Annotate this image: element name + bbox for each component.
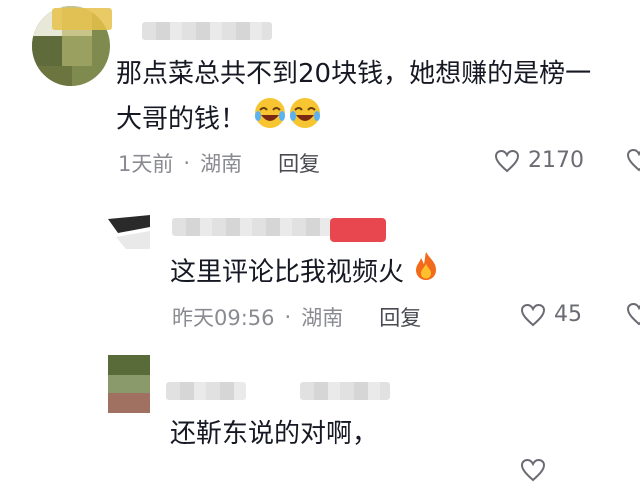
comment-time: 昨天09:56 [172,306,275,330]
reply-comment-item: 还靳东说的对啊， [0,340,640,482]
laughing-emoji-icon [254,96,322,144]
dot-separator: · [183,151,191,175]
like-button[interactable]: 45 [520,302,582,327]
heart-icon [494,149,520,172]
avatar[interactable] [108,213,150,249]
like-count: 2170 [528,148,584,173]
heart-icon [626,148,640,172]
heart-icon [626,302,640,326]
fire-emoji-icon [412,250,440,296]
comment-time: 1天前 [118,152,174,176]
dot-separator: · [284,305,292,329]
comment-text: 那点菜总共不到20块钱，她想赚的是榜一 [116,59,592,89]
comment-text: 还靳东说的对啊， [170,419,379,449]
reply-button[interactable]: 回复 [379,302,421,332]
comment-meta: 昨天09:56 · 湖南 回复 [172,302,421,332]
avatar[interactable] [108,355,150,413]
comment-text: 这里评论比我视频火 [170,250,440,296]
reply-button[interactable]: 回复 [278,148,320,178]
like-button[interactable] [520,458,554,482]
comment-location: 湖南 [301,306,344,330]
dislike-button[interactable] [626,148,640,172]
comment-location: 湖南 [200,152,243,176]
username-blurred[interactable] [52,8,112,30]
like-button[interactable]: 2170 [494,148,584,173]
heart-icon [520,458,546,482]
username-blurred[interactable] [166,382,246,400]
author-tag [330,218,386,242]
username-blurred[interactable] [172,218,332,236]
heart-icon [520,303,546,326]
dislike-button[interactable] [626,302,640,326]
comment-item: 那点菜总共不到20块钱，她想赚的是榜一 大哥的钱！ 1天前 · 湖南 回复 21… [0,0,640,200]
username-blurred[interactable] [142,22,272,40]
comment-text: 大哥的钱！ [116,96,322,144]
username-blurred[interactable] [300,382,390,400]
reply-comment-item: 这里评论比我视频火 昨天09:56 · 湖南 回复 45 [0,200,640,340]
comment-meta: 1天前 · 湖南 回复 [118,148,320,178]
like-count: 45 [554,302,582,327]
